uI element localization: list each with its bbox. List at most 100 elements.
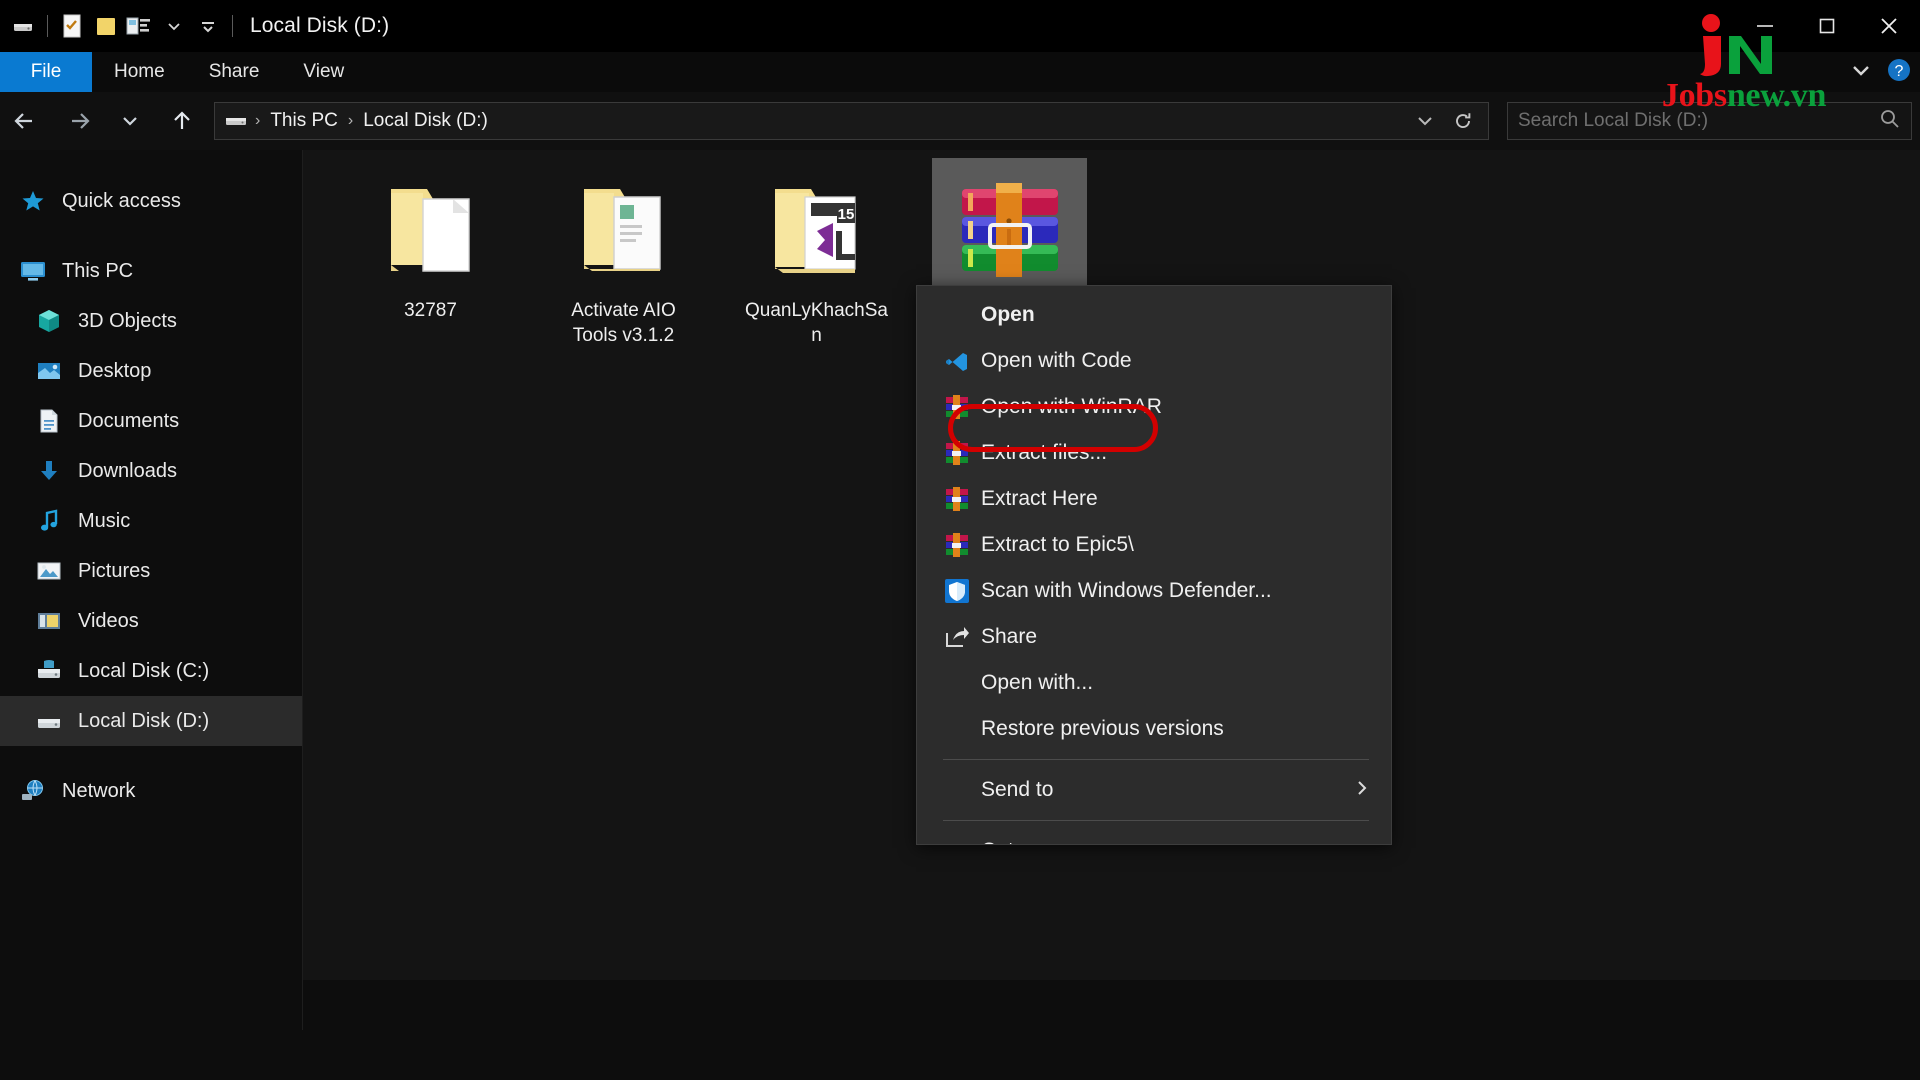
- breadcrumb-item-this-pc[interactable]: This PC: [264, 110, 344, 132]
- watermark-logo: Jobsnew.vn: [1634, 12, 1854, 115]
- menu-item-extract-here[interactable]: Extract Here: [917, 476, 1391, 522]
- menu-separator: [943, 820, 1369, 821]
- navigation-pane: Quick access This PC 3D Objects Desktop …: [0, 150, 303, 1030]
- menu-item-label: Extract Here: [981, 487, 1098, 510]
- no-icon: [937, 299, 977, 331]
- properties-icon[interactable]: [55, 6, 89, 46]
- menu-item-restore-previous-versions[interactable]: Restore previous versions: [917, 706, 1391, 752]
- title-bar: Local Disk (D:): [0, 0, 1920, 52]
- menu-item-extract-to-folder[interactable]: Extract to Epic5\: [917, 522, 1391, 568]
- menu-item-label: Scan with Windows Defender...: [981, 579, 1272, 602]
- refresh-icon[interactable]: [1446, 103, 1480, 139]
- menu-item-label: Restore previous versions: [981, 717, 1224, 740]
- folder-with-document-icon: [565, 170, 683, 288]
- winrar-icon: [937, 437, 977, 469]
- sidebar-label: Quick access: [62, 189, 181, 212]
- menu-item-cut[interactable]: Cut: [917, 828, 1391, 844]
- address-dropdown-icon[interactable]: [1408, 103, 1442, 139]
- vscode-icon: [937, 345, 977, 377]
- sidebar-item-documents[interactable]: Documents: [0, 396, 302, 446]
- menu-item-open-with-code[interactable]: Open with Code: [917, 338, 1391, 384]
- sidebar-item-local-disk-d[interactable]: Local Disk (D:): [0, 696, 302, 746]
- sidebar-item-3d-objects[interactable]: 3D Objects: [0, 296, 302, 346]
- download-icon: [34, 456, 64, 486]
- menu-item-send-to[interactable]: Send to: [917, 767, 1391, 813]
- tab-home[interactable]: Home: [92, 52, 187, 92]
- sidebar-item-music[interactable]: Music: [0, 496, 302, 546]
- file-name: 32787: [404, 300, 457, 321]
- drive-icon[interactable]: [6, 6, 40, 46]
- toolbar-divider-2: [232, 15, 233, 37]
- customize-toolbar-icon[interactable]: [191, 6, 225, 46]
- breadcrumb-separator-0: ›: [255, 112, 261, 129]
- chevron-down-icon[interactable]: [157, 6, 191, 46]
- ribbon-right-controls: ?: [1850, 52, 1912, 92]
- watermark-text-red: Jobs: [1661, 77, 1727, 114]
- sidebar-label: Network: [62, 779, 136, 802]
- video-icon: [34, 606, 64, 636]
- tab-file[interactable]: File: [0, 52, 92, 92]
- sidebar-label: Pictures: [78, 559, 151, 582]
- breadcrumb-drive-icon: [223, 111, 249, 131]
- window-title: Local Disk (D:): [250, 14, 390, 37]
- menu-item-share[interactable]: Share: [917, 614, 1391, 660]
- tab-view[interactable]: View: [281, 52, 366, 92]
- close-button[interactable]: [1858, 0, 1920, 52]
- file-name: Activate AIO Tools v3.1.2: [571, 300, 676, 347]
- desktop-icon: [34, 356, 64, 386]
- sidebar-label: Downloads: [78, 459, 177, 482]
- back-button[interactable]: [0, 92, 52, 150]
- forward-button[interactable]: [52, 92, 104, 150]
- network-icon: [18, 776, 48, 806]
- new-folder-icon[interactable]: [89, 6, 123, 46]
- menu-item-open[interactable]: Open: [917, 292, 1391, 338]
- file-tile[interactable]: 15 QuanLyKhachSan: [739, 158, 894, 348]
- watermark-text: Jobsnew.vn: [1634, 77, 1854, 115]
- up-button[interactable]: [156, 92, 208, 150]
- menu-separator: [943, 759, 1369, 760]
- menu-item-extract-files[interactable]: Extract files...: [917, 430, 1391, 476]
- cube-icon: [34, 306, 64, 336]
- file-explorer-window: Local Disk (D:) File Home Share View ? ›…: [0, 0, 1920, 1080]
- address-bar: › This PC › Local Disk (D:) Search Local…: [0, 92, 1920, 150]
- ribbon-tabs: File Home Share View ?: [0, 52, 1920, 92]
- help-icon[interactable]: ?: [1886, 57, 1912, 88]
- recent-locations-icon[interactable]: [104, 92, 156, 150]
- sidebar-item-pictures[interactable]: Pictures: [0, 546, 302, 596]
- breadcrumb-item-local-disk-d[interactable]: Local Disk (D:): [357, 110, 494, 132]
- breadcrumb[interactable]: › This PC › Local Disk (D:): [214, 102, 1489, 140]
- jn-monogram-icon: [1700, 14, 1772, 77]
- tab-share[interactable]: Share: [187, 52, 282, 92]
- sidebar-label: Videos: [78, 609, 139, 632]
- file-tile[interactable]: 32787: [353, 158, 508, 348]
- menu-item-scan-with-defender[interactable]: Scan with Windows Defender...: [917, 568, 1391, 614]
- menu-item-open-with[interactable]: Open with...: [917, 660, 1391, 706]
- file-name: QuanLyKhachSan: [745, 300, 888, 347]
- sidebar-item-videos[interactable]: Videos: [0, 596, 302, 646]
- menu-item-label: Open with...: [981, 671, 1094, 694]
- share-icon: [937, 621, 977, 653]
- sidebar-item-downloads[interactable]: Downloads: [0, 446, 302, 496]
- watermark-text-green: new.vn: [1726, 77, 1827, 114]
- sidebar-item-local-disk-c[interactable]: Local Disk (C:): [0, 646, 302, 696]
- file-tile[interactable]: Activate AIO Tools v3.1.2: [546, 158, 701, 348]
- picture-icon: [34, 556, 64, 586]
- sidebar-item-quick-access[interactable]: Quick access: [0, 176, 302, 226]
- folder-visual-studio-icon: 15: [758, 170, 876, 288]
- sidebar-label: Desktop: [78, 359, 152, 382]
- status-bar: [303, 980, 1920, 1030]
- sidebar-item-this-pc[interactable]: This PC: [0, 246, 302, 296]
- star-icon: [18, 186, 48, 216]
- menu-item-label: Open with Code: [981, 349, 1132, 372]
- address-bar-actions: [1408, 103, 1480, 139]
- context-menu[interactable]: Open Open with Code Open with WinRAR Ext…: [916, 285, 1392, 845]
- menu-item-open-with-winrar[interactable]: Open with WinRAR: [917, 384, 1391, 430]
- winrar-archive-icon: [951, 170, 1069, 288]
- menu-item-label: Extract files...: [981, 441, 1108, 464]
- view-details-icon[interactable]: [123, 6, 157, 46]
- svg-text:?: ?: [1895, 63, 1904, 80]
- sidebar-item-network[interactable]: Network: [0, 766, 302, 816]
- search-icon[interactable]: [1879, 108, 1901, 135]
- sidebar-item-desktop[interactable]: Desktop: [0, 346, 302, 396]
- system-drive-icon: [34, 656, 64, 686]
